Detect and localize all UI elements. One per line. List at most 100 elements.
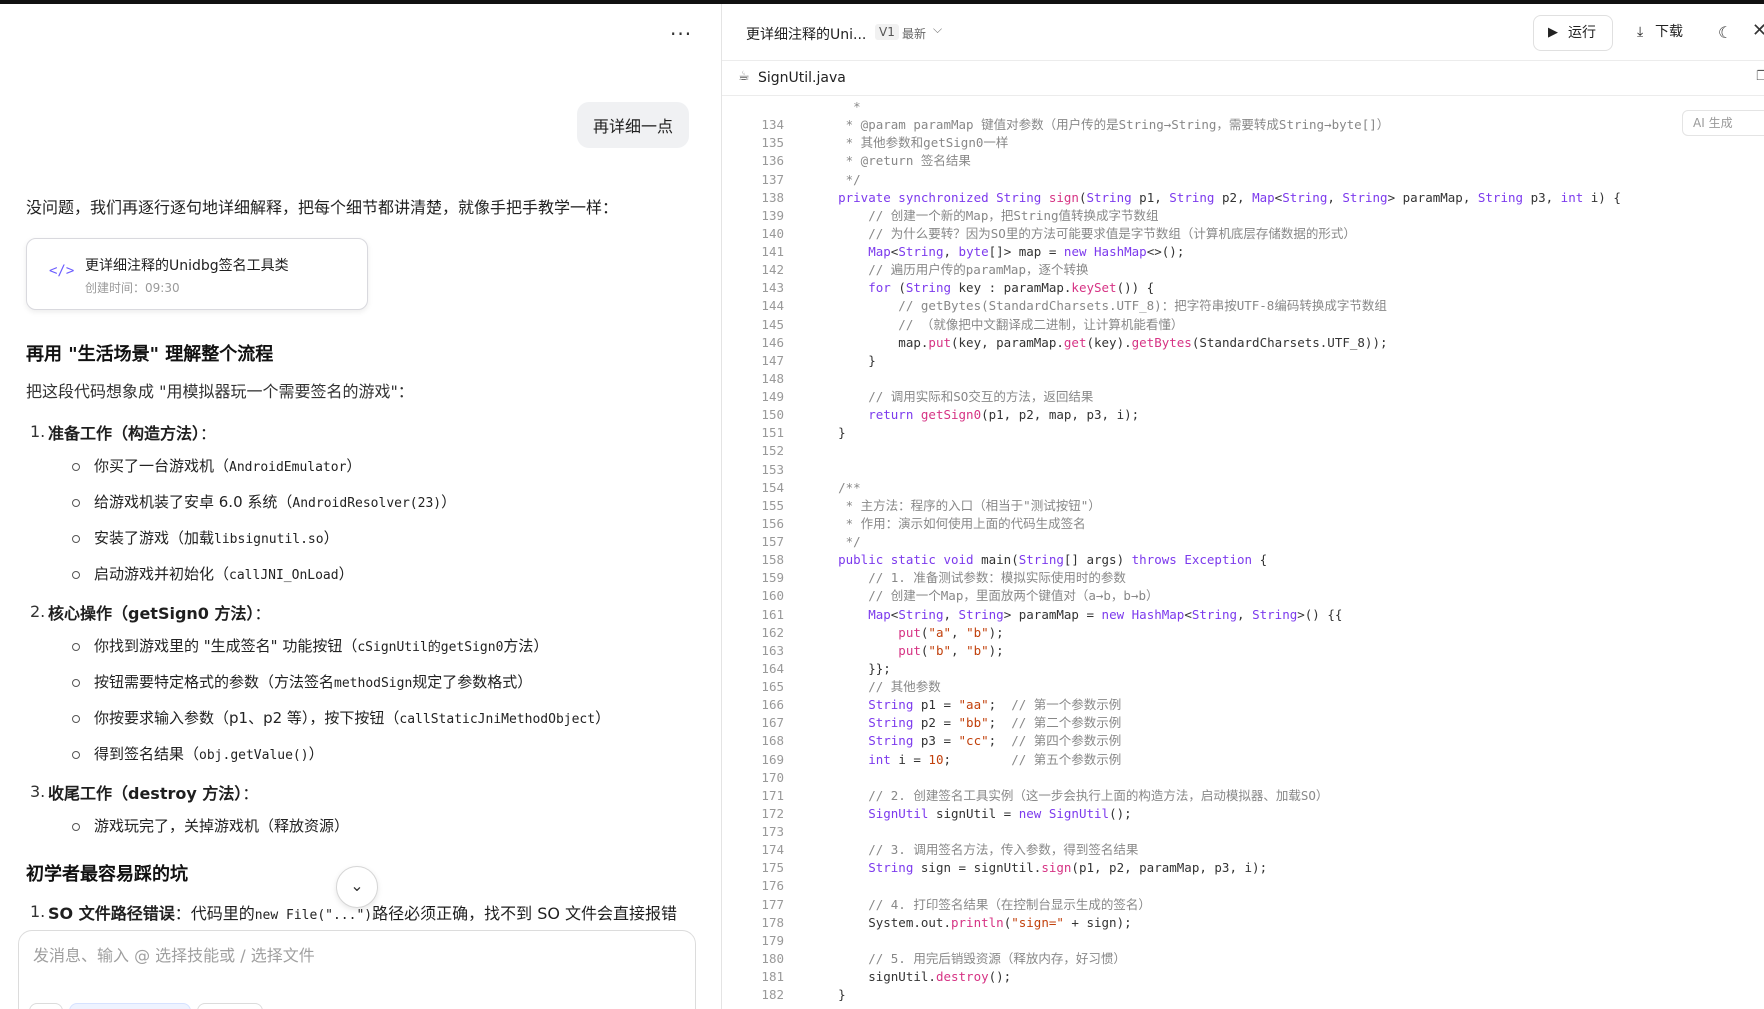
code-token: ; — [988, 715, 1012, 731]
composer-attach-chip[interactable] — [29, 1003, 63, 1009]
step-item: 3. 收尾工作（destroy 方法）： 游戏玩完了，关掉游戏机（释放资源） — [26, 782, 686, 840]
inline-code: AndroidResolver(23) — [292, 496, 442, 511]
line-number: 181 — [761, 969, 784, 984]
line-number: 137 — [761, 171, 784, 187]
pitfall-tail: 路径必须正确，找不到 SO 文件会直接报错 — [372, 904, 678, 923]
code-source: }}; — [808, 660, 891, 678]
code-token: "sign=" — [1011, 914, 1064, 930]
list-item-text: 你按要求输入参数（p1、p2 等），按下按钮（ — [94, 709, 400, 727]
code-line: 158 public static void main(String[] arg… — [722, 551, 1764, 569]
response-intro: 没问题，我们再逐行逐句地详细解释，把每个细节都讲清楚，就像手把手教学一样： — [26, 198, 619, 217]
step-subitems: 你买了一台游戏机（AndroidEmulator） 给游戏机装了安卓 6.0 系统… — [70, 454, 686, 588]
code-token: } — [808, 425, 846, 441]
inline-code: cSignUtil的getSign0 — [357, 640, 504, 655]
code-token: > paramMap = — [1003, 606, 1102, 622]
code-token: String — [808, 697, 921, 713]
code-token: get — [1063, 334, 1087, 350]
play-icon: ▶ — [1548, 25, 1558, 40]
code-line: 172 SignUtil signUtil = new SignUtil(); — [722, 805, 1764, 823]
code-token: main( — [981, 552, 1019, 568]
code-token: String — [1477, 189, 1531, 205]
code-token: map. — [808, 334, 929, 350]
list-item-text: 按钮需要特定格式的参数（方法签名 — [94, 673, 335, 691]
line-number: 138 — [761, 189, 784, 205]
code-source: SignUtil signUtil = new SignUtil(); — [808, 805, 1131, 823]
code-source: for (String key : paramMap.keySet()) { — [808, 279, 1154, 297]
code-token: * @return 签名结果 — [808, 153, 971, 169]
code-token: keySet — [1071, 280, 1117, 296]
list-item: 安装了游戏（加载libsignutil.so） — [70, 526, 686, 552]
line-number: 175 — [761, 860, 784, 876]
code-source: // 创建一个Map，里面放两个键值对（a→b，b→b） — [808, 587, 1158, 605]
code-token: put — [808, 624, 921, 640]
code-line: 136 * @return 签名结果 — [722, 152, 1764, 170]
step-item: 1. 准备工作（构造方法）： 你买了一台游戏机（AndroidEmulator） 给游… — [26, 422, 686, 588]
more-options-icon[interactable]: ··· — [670, 22, 692, 46]
list-item-text: 给游戏机装了安卓 6.0 系统（ — [94, 493, 293, 511]
code-line: 135 * 其他参数和getSign0一样 — [722, 134, 1764, 152]
code-line: 157 */ — [722, 533, 1764, 551]
code-token: >() {{ — [1297, 606, 1343, 622]
theme-toggle-icon[interactable]: ☾ — [1718, 23, 1732, 42]
step-suffix: ： — [254, 604, 271, 623]
artifact-card[interactable]: </> 更详细注释的Unidbg签名工具类 创建时间：09:30 — [26, 238, 368, 310]
step-heading: 核心操作（getSign0 方法）： — [48, 602, 686, 626]
code-source: * @param paramMap 键值对参数（用户传的是String→Stri… — [808, 116, 1390, 134]
code-line: 179 — [722, 932, 1764, 950]
code-token: []> map = — [988, 244, 1064, 259]
chevron-down-icon: ⌄ — [350, 876, 364, 895]
code-token: // 5. 用完后销毁资源（释放内存，好习惯） — [808, 950, 1126, 966]
code-token: // 4. 打印签名结果（在控制台显示生成的签名） — [808, 896, 1151, 912]
code-token: * 其他参数和getSign0一样 — [808, 135, 1009, 151]
code-token: * 作用：演示如何使用上面的代码生成签名 — [808, 515, 1086, 531]
list-item-text: 安装了游戏（加载 — [94, 529, 215, 547]
code-token: String — [1191, 606, 1238, 622]
file-name: SignUtil.java — [758, 70, 846, 86]
line-number: 135 — [761, 135, 784, 151]
line-number: 161 — [761, 606, 784, 622]
code-source: String sign = signUtil.sign(p1, p2, para… — [808, 859, 1267, 877]
code-line: 142 // 遍历用户传的paramMap，逐个转换 — [722, 261, 1764, 279]
code-token: println — [951, 914, 1004, 930]
code-token: p1, — [1139, 189, 1170, 205]
code-token: /** — [808, 479, 861, 495]
code-token: "a" — [928, 624, 951, 640]
artifact-tab-title[interactable]: 更详细注释的Uni... — [746, 24, 866, 44]
code-editor[interactable]: * 134 * @param paramMap 键值对参数（用户传的是String… — [722, 98, 1764, 1009]
list-item-tail: ） — [308, 745, 324, 763]
scroll-to-bottom-button[interactable]: ⌄ — [336, 866, 378, 908]
pitfall-code: new File("...") — [254, 908, 373, 923]
code-token: p2 = — [920, 715, 959, 731]
line-number: 134 — [761, 117, 784, 133]
line-number: 159 — [761, 570, 784, 586]
composer-file-chip[interactable] — [197, 1003, 263, 1009]
download-button[interactable]: ⤓ 下载 — [1631, 15, 1701, 49]
code-token: String — [808, 860, 921, 876]
code-source: // 其他参数 — [808, 678, 941, 696]
ai-generated-badge[interactable]: AI 生成 — [1682, 110, 1764, 136]
message-input[interactable] — [31, 945, 655, 966]
file-tab[interactable]: ☕ SignUtil.java ❐ — [722, 61, 1764, 96]
close-icon[interactable]: ✕ — [1752, 20, 1764, 41]
composer-skill-chip[interactable] — [69, 1003, 191, 1009]
copy-icon[interactable]: ❐ — [1756, 69, 1764, 84]
section-paragraph: 把这段代码想象成 "用模拟器玩一个需要签名的游戏"： — [26, 382, 414, 401]
step-number: 3. — [30, 782, 46, 801]
list-item-tail: ） — [346, 457, 362, 475]
chat-pane: ··· 再详细一点 没问题，我们再逐行逐句地详细解释，把每个细节都讲清楚，就像手… — [0, 4, 721, 1009]
line-number: 141 — [761, 244, 784, 259]
run-button[interactable]: ▶ 运行 — [1533, 15, 1613, 51]
code-line: 160 // 创建一个Map，里面放两个键值对（a→b，b→b） — [722, 587, 1764, 605]
code-source: // 遍历用户传的paramMap，逐个转换 — [808, 261, 1088, 279]
code-token: }}; — [808, 660, 891, 676]
line-number: 145 — [761, 316, 784, 332]
code-source: */ — [808, 171, 861, 189]
code-token: String — [808, 733, 921, 749]
code-token: i) { — [1590, 189, 1621, 205]
version-dropdown-icon[interactable]: ⌵ — [933, 22, 942, 37]
code-token: SignUtil — [1048, 805, 1110, 821]
code-token: new — [1101, 606, 1132, 622]
pitfall-title: SO 文件路径错误 — [48, 904, 175, 923]
run-label: 运行 — [1568, 25, 1596, 41]
code-token: * 主方法：程序的入口（相当于"测试按钮"） — [808, 497, 1101, 513]
